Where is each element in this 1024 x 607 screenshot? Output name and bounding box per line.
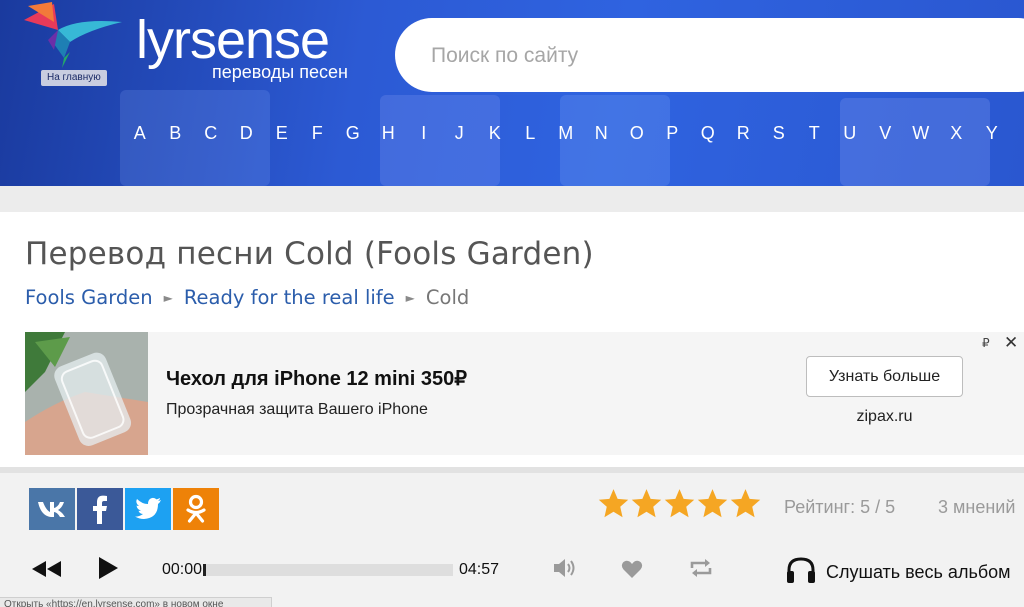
- letter-link[interactable]: R: [726, 122, 762, 144]
- breadcrumb-album-link[interactable]: Ready for the real life: [184, 286, 395, 309]
- home-link[interactable]: На главную: [41, 70, 107, 86]
- ad-product-image[interactable]: [25, 332, 148, 455]
- letter-link[interactable]: T: [797, 122, 833, 144]
- ad-close-icon[interactable]: ✕: [1004, 333, 1018, 353]
- facebook-share-button[interactable]: [77, 488, 123, 530]
- divider: [0, 467, 1024, 473]
- brand-subtitle: переводы песен: [212, 62, 348, 82]
- current-time: 00:00: [162, 561, 203, 578]
- letter-link[interactable]: N: [584, 122, 620, 144]
- vk-share-button[interactable]: [29, 488, 75, 530]
- star-icon[interactable]: [729, 487, 762, 520]
- letter-link[interactable]: A: [122, 122, 158, 144]
- ad-learn-more-button[interactable]: Узнать больше: [806, 356, 963, 397]
- repeat-icon[interactable]: [688, 557, 714, 579]
- letter-link[interactable]: V: [868, 122, 904, 144]
- letter-link[interactable]: K: [477, 122, 513, 144]
- ad-title[interactable]: Чехол для iPhone 12 mini 350₽: [166, 366, 467, 391]
- site-header: На главную lyrsense переводы песен A B C…: [0, 0, 1024, 186]
- brand-logo-text[interactable]: lyrsense: [136, 10, 330, 70]
- play-icon[interactable]: [97, 556, 119, 580]
- rating-text: Рейтинг: 5 / 5: [784, 497, 896, 517]
- headphones-icon[interactable]: [786, 556, 816, 584]
- breadcrumb-separator-icon: ►: [163, 290, 173, 305]
- letter-link[interactable]: H: [371, 122, 407, 144]
- letter-link[interactable]: S: [761, 122, 797, 144]
- star-icon[interactable]: [630, 487, 663, 520]
- hummingbird-logo-icon[interactable]: [18, 0, 126, 72]
- page-title: Перевод песни Cold (Fools Garden): [25, 236, 594, 272]
- letter-link[interactable]: M: [548, 122, 584, 144]
- letter-link[interactable]: E: [264, 122, 300, 144]
- search-box[interactable]: [395, 18, 1024, 92]
- breadcrumb: Fools Garden ► Ready for the real life ►…: [25, 286, 469, 309]
- letter-link[interactable]: O: [619, 122, 655, 144]
- letter-link[interactable]: L: [513, 122, 549, 144]
- twitter-icon: [135, 497, 161, 519]
- letter-link[interactable]: Y: [974, 122, 1010, 144]
- letter-link[interactable]: F: [300, 122, 336, 144]
- progress-fill: [203, 564, 206, 576]
- alphabet-nav: A B C D E F G H I J K L M N O P Q R S T …: [122, 122, 1010, 144]
- duration: 04:57: [459, 561, 500, 578]
- twitter-share-button[interactable]: [125, 488, 171, 530]
- breadcrumb-artist-link[interactable]: Fools Garden: [25, 286, 153, 309]
- odnoklassniki-icon: [186, 494, 206, 523]
- ad-domain[interactable]: zipax.ru: [806, 408, 963, 426]
- listen-album-link[interactable]: Слушать весь альбом: [826, 562, 1011, 583]
- star-icon[interactable]: [663, 487, 696, 520]
- letter-link[interactable]: Q: [690, 122, 726, 144]
- vk-icon: [38, 502, 65, 517]
- rating-stars[interactable]: [597, 487, 762, 520]
- odnoklassniki-share-button[interactable]: [173, 488, 219, 530]
- letter-link[interactable]: G: [335, 122, 371, 144]
- letter-link[interactable]: X: [939, 122, 975, 144]
- star-icon[interactable]: [696, 487, 729, 520]
- star-icon[interactable]: [597, 487, 630, 520]
- letter-link[interactable]: I: [406, 122, 442, 144]
- letter-link[interactable]: U: [832, 122, 868, 144]
- search-input[interactable]: [431, 42, 991, 70]
- phone-case-image-icon: [25, 332, 148, 455]
- letter-link[interactable]: J: [442, 122, 478, 144]
- opinions-count[interactable]: 3 мнений: [938, 497, 1015, 518]
- browser-status-bar: Открыть «https://en.lyrsense.com» в ново…: [0, 597, 272, 607]
- breadcrumb-current: Cold: [425, 286, 470, 309]
- ad-banner[interactable]: Чехол для iPhone 12 mini 350₽ Прозрачная…: [25, 332, 1024, 455]
- letter-link[interactable]: W: [903, 122, 939, 144]
- progress-bar[interactable]: [203, 564, 453, 576]
- heart-icon[interactable]: [621, 559, 643, 579]
- social-share-bar: [29, 488, 219, 530]
- ad-currency-icon[interactable]: ₽: [982, 336, 990, 350]
- rewind-icon[interactable]: [31, 560, 63, 578]
- letter-link[interactable]: P: [655, 122, 691, 144]
- letter-link[interactable]: B: [158, 122, 194, 144]
- volume-icon[interactable]: [553, 557, 579, 579]
- header-spacer: [0, 186, 1024, 212]
- ad-description: Прозрачная защита Вашего iPhone: [166, 401, 428, 418]
- letter-link[interactable]: C: [193, 122, 229, 144]
- letter-link[interactable]: D: [229, 122, 265, 144]
- facebook-icon: [93, 495, 107, 524]
- breadcrumb-separator-icon: ►: [405, 290, 415, 305]
